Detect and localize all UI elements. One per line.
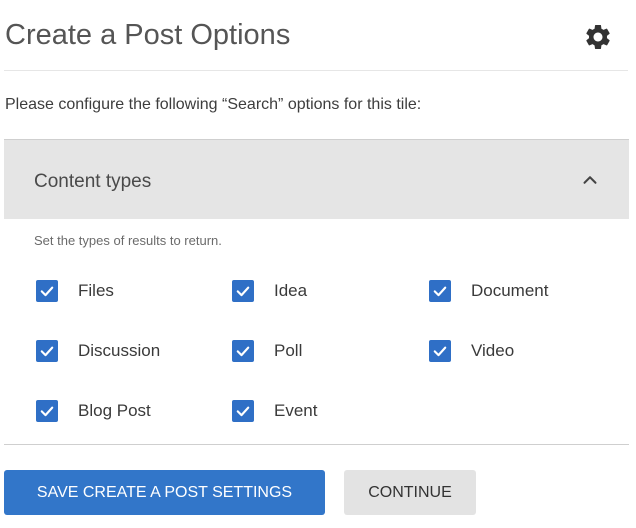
panel-hint: Set the types of results to return. bbox=[34, 233, 222, 248]
content-types-panel-header[interactable]: Content types bbox=[4, 139, 629, 219]
checkbox-label: Blog Post bbox=[78, 401, 151, 420]
save-settings-button[interactable]: SAVE CREATE A POST SETTINGS bbox=[4, 470, 325, 515]
checkbox-label: Idea bbox=[274, 281, 308, 300]
page-title: Create a Post Options bbox=[5, 19, 291, 51]
checkbox-label: Files bbox=[78, 281, 114, 300]
checkbox-checked-icon[interactable] bbox=[232, 340, 254, 362]
checkbox-label: Discussion bbox=[78, 341, 161, 360]
checkbox-document[interactable]: Document bbox=[429, 278, 548, 304]
checkbox-label: Event bbox=[274, 401, 318, 420]
panel-title: Content types bbox=[34, 171, 152, 192]
checkbox-video[interactable]: Video bbox=[429, 338, 514, 364]
checkbox-label: Video bbox=[471, 341, 515, 360]
checkbox-files[interactable]: Files bbox=[36, 278, 114, 304]
checkbox-checked-icon[interactable] bbox=[36, 400, 58, 422]
checkbox-checked-icon[interactable] bbox=[429, 280, 451, 302]
chevron-up-icon[interactable] bbox=[579, 169, 601, 191]
checkbox-poll[interactable]: Poll bbox=[232, 338, 302, 364]
checkbox-checked-icon[interactable] bbox=[232, 400, 254, 422]
checkbox-checked-icon[interactable] bbox=[232, 280, 254, 302]
checkbox-event[interactable]: Event bbox=[232, 398, 317, 424]
checkbox-checked-icon[interactable] bbox=[36, 340, 58, 362]
checkbox-idea[interactable]: Idea bbox=[232, 278, 307, 304]
checkbox-label: Poll bbox=[274, 341, 303, 360]
intro-text: Please configure the following “Search” … bbox=[5, 96, 422, 113]
checkbox-checked-icon[interactable] bbox=[429, 340, 451, 362]
checkbox-checked-icon[interactable] bbox=[36, 280, 58, 302]
divider bbox=[4, 444, 629, 445]
checkbox-label: Document bbox=[471, 281, 549, 300]
gear-icon[interactable] bbox=[583, 22, 613, 52]
continue-button[interactable]: CONTINUE bbox=[344, 470, 476, 515]
checkbox-blog-post[interactable]: Blog Post bbox=[36, 398, 151, 424]
header: Create a Post Options bbox=[4, 0, 628, 71]
checkbox-discussion[interactable]: Discussion bbox=[36, 338, 160, 364]
